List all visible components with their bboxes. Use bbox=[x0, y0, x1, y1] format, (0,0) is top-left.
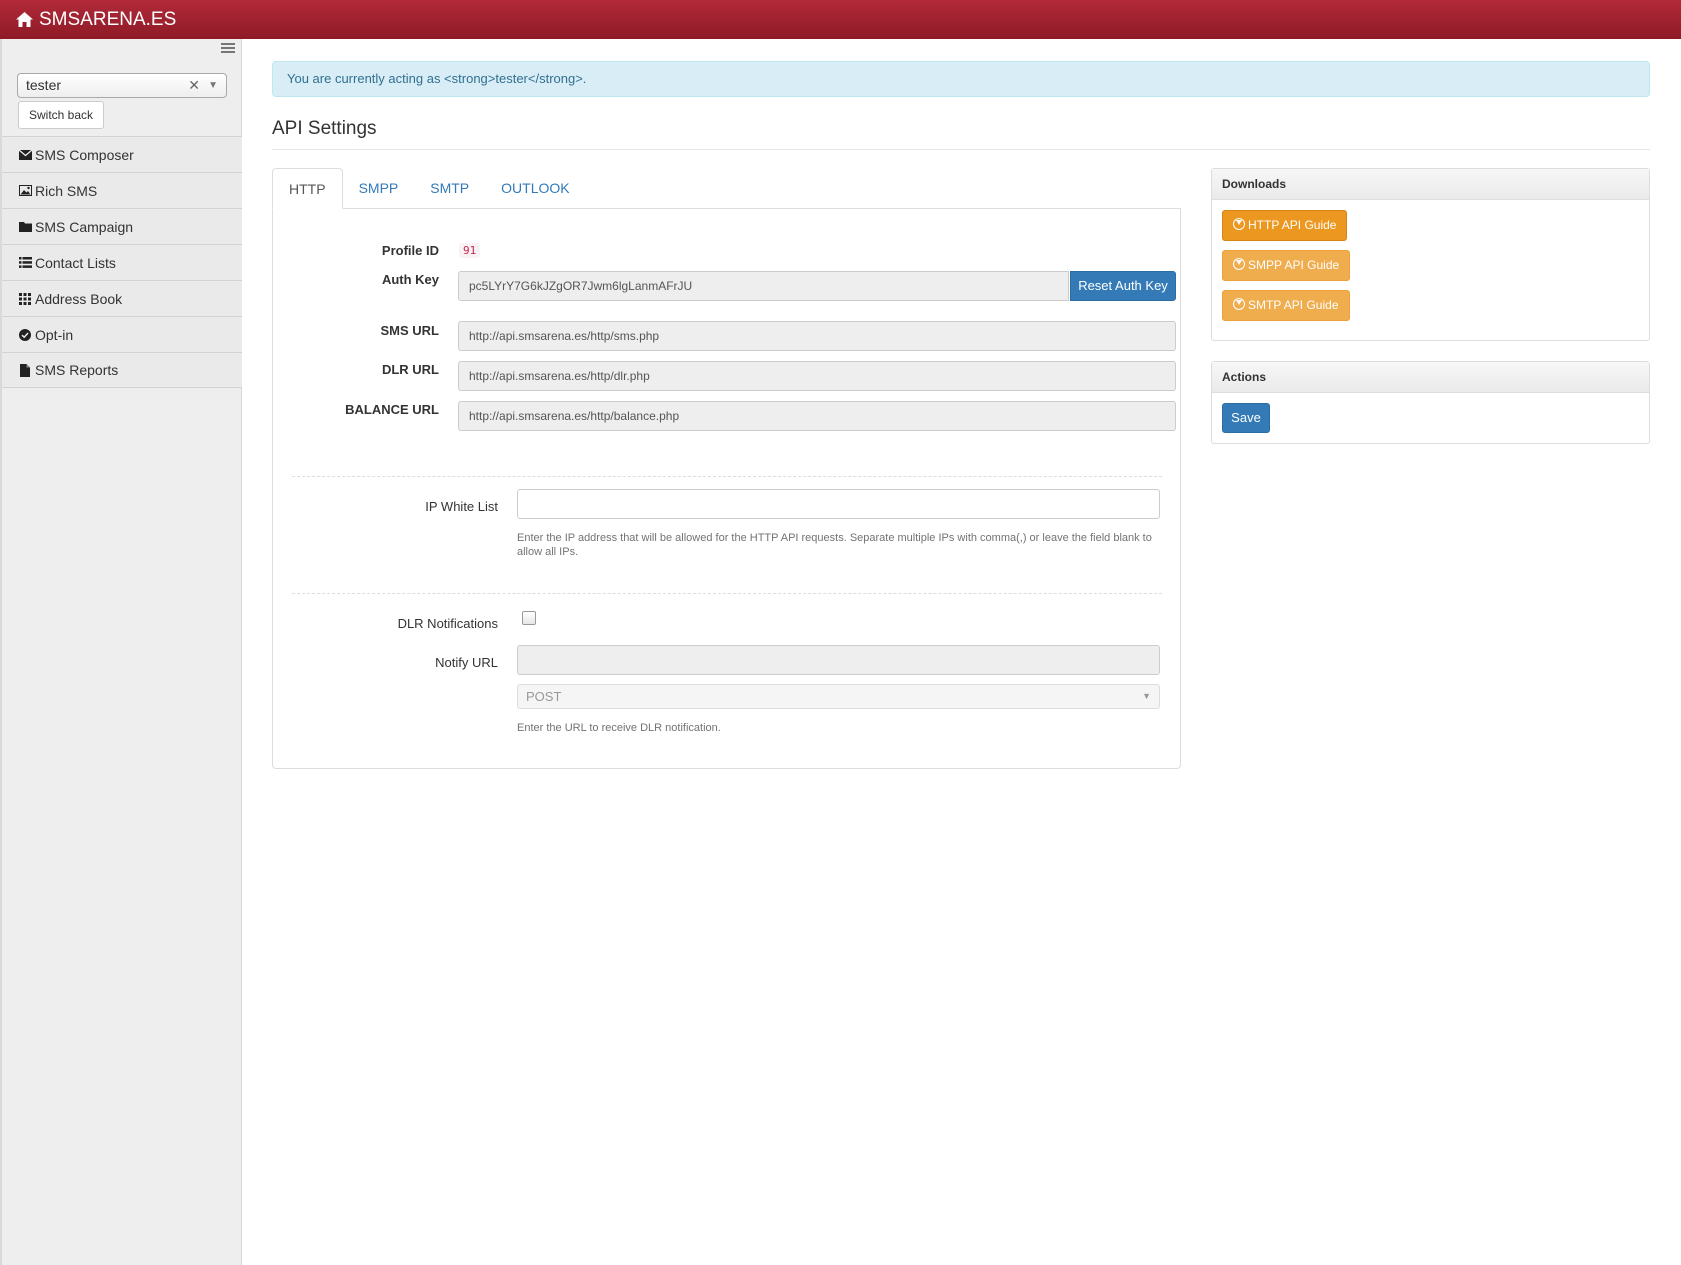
ip-white-list-label: IP White List bbox=[425, 499, 498, 514]
sidebar-item-sms-reports[interactable]: SMS Reports bbox=[2, 352, 242, 388]
dlr-url-field[interactable]: http://api.smsarena.es/http/dlr.php bbox=[458, 361, 1176, 391]
sidebar-item-sms-composer[interactable]: SMS Composer bbox=[2, 136, 242, 172]
tab-outlook[interactable]: OUTLOOK bbox=[485, 168, 585, 209]
switch-back-button[interactable]: Switch back bbox=[18, 101, 105, 129]
sidebar-item-rich-sms[interactable]: Rich SMS bbox=[2, 172, 242, 208]
dlr-notifications-checkbox[interactable] bbox=[522, 611, 536, 625]
auth-key-field[interactable]: pc5LYrY7G6kJZgOR7Jwm6lgLanmAFrJU bbox=[458, 271, 1069, 301]
brand-name: SMSARENA.ES bbox=[39, 8, 177, 30]
sidebar-item-label: Opt-in bbox=[35, 326, 74, 343]
ip-white-list-input[interactable] bbox=[517, 489, 1160, 519]
envelope-icon bbox=[17, 149, 33, 160]
download-icon bbox=[1233, 218, 1245, 230]
notify-method-value: POST bbox=[526, 689, 562, 704]
actions-panel: Actions Save bbox=[1211, 361, 1650, 444]
smpp-api-guide-button[interactable]: SMPP API Guide bbox=[1222, 250, 1351, 281]
chevron-down-icon: ▼ bbox=[1142, 691, 1151, 701]
api-tabs: HTTP SMPP SMTP OUTLOOK bbox=[272, 168, 586, 209]
sidebar-item-label: Address Book bbox=[35, 290, 123, 307]
brand[interactable]: SMSARENA.ES bbox=[16, 9, 176, 31]
sidebar: tester ✕ ▼ Switch back SMS Composer Rich… bbox=[0, 39, 242, 1265]
reset-auth-key-button[interactable]: Reset Auth Key bbox=[1070, 271, 1176, 301]
actions-title: Actions bbox=[1212, 362, 1649, 393]
sidebar-item-label: SMS Reports bbox=[35, 362, 119, 378]
sidebar-item-label: Contact Lists bbox=[35, 254, 116, 271]
dlr-url-label: DLR URL bbox=[381, 362, 439, 377]
http-api-guide-button[interactable]: HTTP API Guide bbox=[1222, 210, 1348, 241]
profile-id-value: 91 bbox=[459, 243, 481, 258]
notify-method-select[interactable]: POST ▼ bbox=[517, 684, 1160, 709]
http-api-guide-label: HTTP API Guide bbox=[1248, 218, 1337, 232]
clear-icon[interactable]: ✕ bbox=[188, 74, 200, 97]
home-icon bbox=[16, 12, 33, 27]
notify-url-help: Enter the URL to receive DLR notificatio… bbox=[517, 722, 721, 734]
folder-icon bbox=[17, 221, 33, 232]
dlr-notifications-label: DLR Notifications bbox=[397, 616, 498, 631]
download-icon bbox=[1233, 298, 1245, 310]
save-button[interactable]: Save bbox=[1222, 403, 1270, 433]
auth-key-label: Auth Key bbox=[381, 272, 439, 287]
download-icon bbox=[1233, 258, 1245, 270]
acting-as-alert: You are currently acting as <strong>test… bbox=[272, 61, 1650, 97]
sidebar-item-contact-lists[interactable]: Contact Lists bbox=[2, 244, 242, 280]
sidebar-item-opt-in[interactable]: Opt-in bbox=[2, 316, 242, 352]
sidebar-item-label: SMS Campaign bbox=[35, 218, 134, 235]
grid-icon bbox=[17, 292, 33, 305]
top-bar: SMSARENA.ES bbox=[0, 0, 1681, 39]
profile-id-label: Profile ID bbox=[381, 243, 439, 258]
picture-icon bbox=[17, 185, 33, 196]
tab-smtp[interactable]: SMTP bbox=[414, 168, 485, 209]
smtp-api-guide-label: SMTP API Guide bbox=[1248, 298, 1339, 312]
sms-url-field[interactable]: http://api.smsarena.es/http/sms.php bbox=[458, 321, 1176, 351]
sidebar-item-label: Rich SMS bbox=[35, 182, 98, 199]
http-tab-panel: Profile ID 91 Auth Key pc5LYrY7G6kJZgOR7… bbox=[272, 208, 1181, 769]
downloads-panel: Downloads HTTP API Guide SMPP API Guide … bbox=[1211, 168, 1650, 341]
smtp-api-guide-button[interactable]: SMTP API Guide bbox=[1222, 290, 1350, 321]
file-icon bbox=[17, 363, 33, 377]
user-select-value: tester bbox=[26, 77, 62, 93]
notify-url-input[interactable] bbox=[517, 645, 1160, 675]
tab-smpp[interactable]: SMPP bbox=[343, 168, 415, 209]
page-title: API Settings bbox=[272, 118, 377, 139]
ip-white-list-help: Enter the IP address that will be allowe… bbox=[517, 532, 1152, 558]
divider bbox=[292, 593, 1162, 594]
chevron-down-icon[interactable]: ▼ bbox=[208, 74, 218, 97]
title-divider bbox=[272, 149, 1650, 150]
tab-http[interactable]: HTTP bbox=[272, 168, 343, 209]
list-icon bbox=[17, 257, 33, 268]
divider bbox=[292, 476, 1162, 477]
downloads-title: Downloads bbox=[1212, 169, 1649, 200]
sms-url-label: SMS URL bbox=[380, 323, 440, 338]
notify-url-label: Notify URL bbox=[435, 655, 498, 670]
sidebar-toggle-icon[interactable] bbox=[221, 43, 235, 54]
check-circle-icon bbox=[17, 328, 33, 341]
sidebar-nav: SMS Composer Rich SMS SMS Campaign Conta… bbox=[2, 136, 242, 388]
balance-url-field[interactable]: http://api.smsarena.es/http/balance.php bbox=[458, 401, 1176, 431]
sidebar-item-address-book[interactable]: Address Book bbox=[2, 280, 242, 316]
smpp-api-guide-label: SMPP API Guide bbox=[1248, 258, 1340, 272]
sidebar-item-label: SMS Composer bbox=[35, 146, 134, 163]
user-select[interactable]: tester ✕ ▼ bbox=[17, 73, 227, 98]
balance-url-label: BALANCE URL bbox=[345, 402, 439, 417]
sidebar-item-sms-campaign[interactable]: SMS Campaign bbox=[2, 208, 242, 244]
